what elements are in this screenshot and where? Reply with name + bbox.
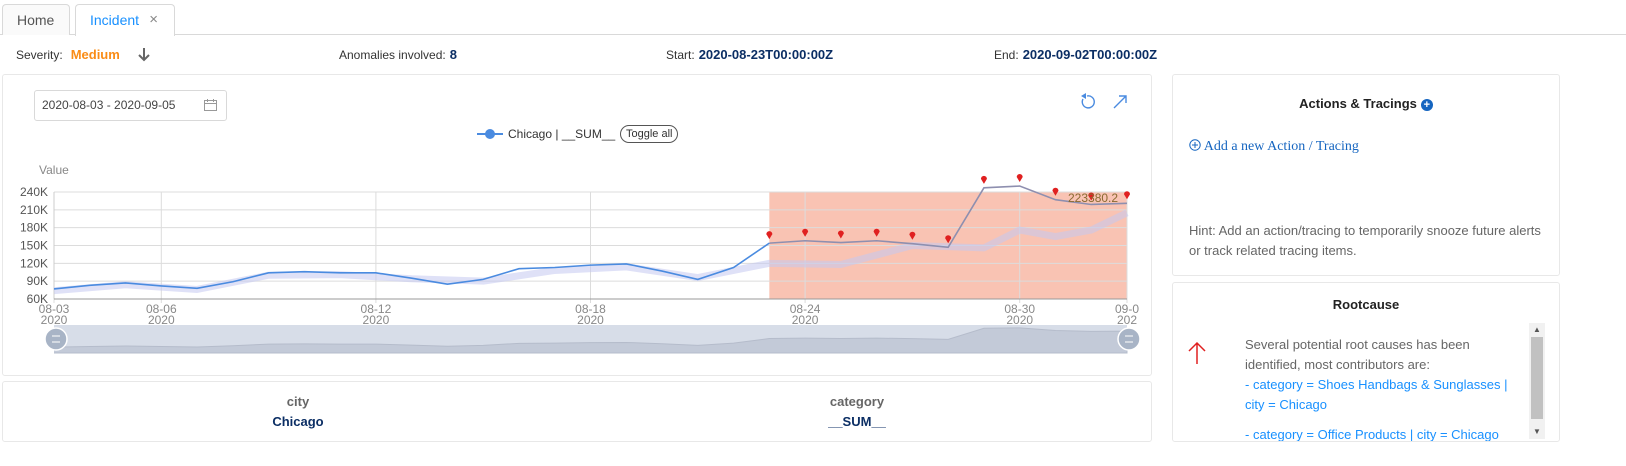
x-tick-year: 2020 xyxy=(577,313,604,327)
anomaly-marker[interactable] xyxy=(1016,174,1023,183)
close-icon[interactable]: × xyxy=(149,5,158,35)
actions-title-text: Actions & Tracings xyxy=(1299,96,1417,111)
arrow-up-icon xyxy=(1188,341,1206,364)
dimension-label: city xyxy=(286,394,310,409)
calendar-icon xyxy=(204,99,217,111)
x-tick-year: 2020 xyxy=(1006,313,1033,327)
scroll-down-icon[interactable]: ▼ xyxy=(1533,427,1541,437)
anomalies-summary: Anomalies involved: 8 xyxy=(339,44,457,66)
actions-title: Actions & Tracings + xyxy=(1173,96,1559,111)
y-tick-label: 90K xyxy=(27,274,48,288)
x-tick-year: 2020 xyxy=(148,313,175,327)
tab-incident[interactable]: Incident × xyxy=(75,4,175,36)
x-tick-year: 2020 xyxy=(41,313,68,327)
legend-series-label[interactable]: Chicago | __SUM__ xyxy=(508,125,615,143)
actions-panel: Actions & Tracings + Add a new Action / T… xyxy=(1172,74,1560,276)
add-circle-icon[interactable]: + xyxy=(1420,99,1433,111)
x-tick-year: 202 xyxy=(1117,313,1137,327)
y-tick-label: 150K xyxy=(20,239,48,253)
tab-incident-label: Incident xyxy=(90,12,140,28)
tab-home[interactable]: Home xyxy=(2,4,70,35)
add-action-link[interactable]: Add a new Action / Tracing xyxy=(1189,139,1359,155)
dimension-category: category __SUM__ xyxy=(707,394,1007,429)
anomalies-label: Anomalies involved: xyxy=(339,48,446,62)
rootcause-intro: Several potential root causes has been i… xyxy=(1245,337,1470,372)
x-tick-year: 2020 xyxy=(363,313,390,327)
plus-circle-icon xyxy=(1189,139,1201,151)
reset-zoom-icon[interactable] xyxy=(1078,93,1096,111)
zoom-handle-right[interactable] xyxy=(1117,327,1141,351)
arrow-down-icon[interactable] xyxy=(136,47,152,63)
anomaly-marker[interactable] xyxy=(980,175,987,184)
dimension-label: category xyxy=(829,394,885,409)
incident-page: Home Incident × Severity: Medium Anomalie… xyxy=(0,0,1626,466)
rootcause-scrollbar[interactable]: ▲ ▼ xyxy=(1529,323,1545,439)
end-value: 2020-09-02T00:00:00Z xyxy=(1022,47,1158,62)
chart-panel: Value 60K 90K 120K 150K 180K 210K 240K 08-03 2020… xyxy=(2,74,1152,376)
severity-label: Severity: xyxy=(16,48,63,62)
y-tick-label: 120K xyxy=(20,256,48,270)
start-summary: Start: 2020-08-23T00:00:00Z xyxy=(666,44,833,66)
rootcause-list: Several potential root causes has been i… xyxy=(1245,335,1529,441)
expand-icon[interactable] xyxy=(1111,93,1129,111)
tab-divider xyxy=(0,34,1626,35)
dimension-value: Chicago xyxy=(272,414,324,429)
dimension-city: city Chicago xyxy=(148,394,448,429)
x-tick-year: 2020 xyxy=(792,313,819,327)
date-range-picker[interactable]: 2020-08-03 - 2020-09-05 xyxy=(34,90,227,121)
dimension-value: __SUM__ xyxy=(828,414,886,429)
rootcause-item[interactable]: - category = Shoes Handbags & Sunglasses… xyxy=(1245,375,1529,415)
rootcause-title: Rootcause xyxy=(1332,297,1400,312)
severity-summary: Severity: Medium xyxy=(16,44,120,66)
zoom-handle-left[interactable] xyxy=(44,327,68,351)
tooltip-value: 223380.2 xyxy=(1068,191,1118,205)
dimension-panel: city Chicago category __SUM__ xyxy=(2,381,1152,442)
y-tick-label: 180K xyxy=(20,221,48,235)
rootcause-panel: Rootcause Several potential root causes … xyxy=(1172,282,1560,442)
tab-bar: Home Incident × xyxy=(0,0,1626,36)
start-value: 2020-08-23T00:00:00Z xyxy=(698,47,834,62)
scroll-thumb[interactable] xyxy=(1531,337,1543,419)
anomalies-value: 8 xyxy=(449,47,457,62)
end-summary: End: 2020-09-02T00:00:00Z xyxy=(994,44,1157,66)
end-label: End: xyxy=(994,48,1019,62)
tab-home-label: Home xyxy=(17,12,55,28)
add-action-label: Add a new Action / Tracing xyxy=(1203,139,1359,154)
start-label: Start: xyxy=(666,48,695,62)
y-tick-label: 210K xyxy=(20,203,48,217)
rootcause-item[interactable]: - category = Office Products | city = Ch… xyxy=(1245,425,1529,441)
actions-hint: Hint: Add an action/tracing to temporari… xyxy=(1189,223,1541,258)
date-range-value: 2020-08-03 - 2020-09-05 xyxy=(42,98,176,112)
y-tick-label: 240K xyxy=(20,185,48,199)
severity-value: Medium xyxy=(70,47,120,62)
legend-series-icon[interactable] xyxy=(477,128,503,140)
toggle-all-button[interactable]: Toggle all xyxy=(620,125,679,143)
scroll-up-icon[interactable]: ▲ xyxy=(1533,325,1541,335)
y-axis-title: Value xyxy=(39,163,69,177)
